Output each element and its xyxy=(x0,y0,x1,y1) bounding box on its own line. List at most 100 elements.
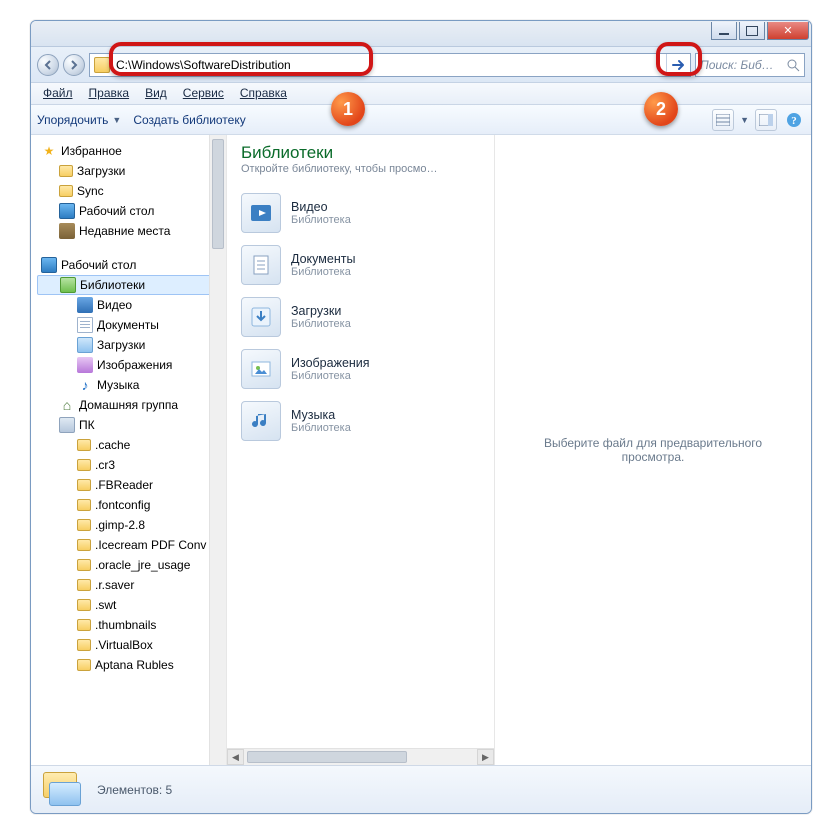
address-input[interactable] xyxy=(114,54,666,76)
menu-file[interactable]: Файл xyxy=(35,83,81,104)
folder-icon xyxy=(77,439,91,451)
desktop-icon xyxy=(59,203,75,219)
window-minimize-button[interactable] xyxy=(711,22,737,40)
sidebar-item-libraries[interactable]: Библиотеки xyxy=(37,275,226,295)
status-bar: Элементов: 5 xyxy=(31,765,811,813)
libraries-icon xyxy=(60,277,76,293)
preview-pane-button[interactable] xyxy=(755,109,777,131)
menu-help[interactable]: Справка xyxy=(232,83,295,104)
sidebar-item-folder[interactable]: .swt xyxy=(37,595,226,615)
folder-icon xyxy=(59,185,73,197)
folder-icon xyxy=(77,499,91,511)
library-item-downloads[interactable]: Загрузки Библиотека xyxy=(237,291,484,343)
sidebar-item-folder[interactable]: .cr3 xyxy=(37,455,226,475)
scroll-right-button[interactable]: ▶ xyxy=(477,749,494,765)
favorites-header[interactable]: ★ Избранное xyxy=(37,141,226,161)
folder-icon xyxy=(77,519,91,531)
folder-icon xyxy=(77,539,91,551)
item-count-label: Элементов: 5 xyxy=(97,783,172,797)
navigation-pane: ★ Избранное Загрузки Sync Рабочий стол Н… xyxy=(31,135,227,765)
downloads-library-icon xyxy=(241,297,281,337)
favorites-icon: ★ xyxy=(41,143,57,159)
music-icon: ♪ xyxy=(77,377,93,393)
search-placeholder: Поиск: Биб… xyxy=(700,58,774,72)
nav-back-button[interactable] xyxy=(37,54,59,76)
library-item-images[interactable]: Изображения Библиотека xyxy=(237,343,484,395)
preview-pane: Выберите файл для предварительного просм… xyxy=(495,135,811,765)
search-icon xyxy=(786,58,800,72)
sidebar-item-homegroup[interactable]: ⌂Домашняя группа xyxy=(37,395,226,415)
content-subtitle: Откройте библиотеку, чтобы просмо… xyxy=(241,163,484,175)
music-library-icon xyxy=(241,401,281,441)
address-bar[interactable] xyxy=(89,53,691,77)
computer-icon xyxy=(59,417,75,433)
sidebar-item-documents[interactable]: Документы xyxy=(37,315,226,335)
help-button[interactable]: ? xyxy=(783,109,805,131)
libraries-large-icon xyxy=(41,772,83,808)
scrollbar-thumb[interactable] xyxy=(212,139,224,249)
downloads-icon xyxy=(77,337,93,353)
organize-button[interactable]: Упорядочить▼ xyxy=(37,113,121,127)
nav-forward-button[interactable] xyxy=(63,54,85,76)
desktop-header[interactable]: Рабочий стол xyxy=(37,255,226,275)
folder-icon xyxy=(77,639,91,651)
navigation-row: Поиск: Биб… xyxy=(31,47,811,83)
sidebar-item-folder[interactable]: .r.saver xyxy=(37,575,226,595)
images-library-icon xyxy=(241,349,281,389)
sidebar-item-folder[interactable]: Aptana Rubles xyxy=(37,655,226,675)
menu-edit[interactable]: Правка xyxy=(81,83,138,104)
window-close-button[interactable]: ✕ xyxy=(767,22,809,40)
sidebar-item-recent[interactable]: Недавние места xyxy=(37,221,226,241)
sidebar-item-folder[interactable]: .fontconfig xyxy=(37,495,226,515)
search-box[interactable]: Поиск: Биб… xyxy=(695,53,805,77)
folder-icon xyxy=(77,479,91,491)
command-bar: Упорядочить▼ Создать библиотеку ▼ ? xyxy=(31,105,811,135)
video-icon xyxy=(77,297,93,313)
documents-library-icon xyxy=(241,245,281,285)
sidebar-scrollbar[interactable] xyxy=(209,135,226,765)
svg-text:?: ? xyxy=(791,115,797,127)
sidebar-item-pc[interactable]: ПК xyxy=(37,415,226,435)
sidebar-item-music[interactable]: ♪Музыка xyxy=(37,375,226,395)
folder-icon xyxy=(77,459,91,471)
homegroup-icon: ⌂ xyxy=(59,397,75,413)
recent-icon xyxy=(59,223,75,239)
sidebar-item-folder[interactable]: .FBReader xyxy=(37,475,226,495)
sidebar-item-folder[interactable]: .gimp-2.8 xyxy=(37,515,226,535)
sidebar-item-folder[interactable]: .cache xyxy=(37,435,226,455)
folder-icon xyxy=(59,165,73,177)
sidebar-item-sync[interactable]: Sync xyxy=(37,181,226,201)
menu-bar: Файл Правка Вид Сервис Справка xyxy=(31,83,811,105)
folder-icon xyxy=(77,619,91,631)
go-to-button[interactable] xyxy=(666,54,690,76)
content-title: Библиотеки xyxy=(241,143,484,163)
window-maximize-button[interactable] xyxy=(739,22,765,40)
create-library-button[interactable]: Создать библиотеку xyxy=(133,113,245,127)
desktop-icon xyxy=(41,257,57,273)
menu-view[interactable]: Вид xyxy=(137,83,175,104)
sidebar-item-downloads-lib[interactable]: Загрузки xyxy=(37,335,226,355)
content-pane: Библиотеки Откройте библиотеку, чтобы пр… xyxy=(227,135,495,765)
sidebar-item-folder[interactable]: .Icecream PDF Conv xyxy=(37,535,226,555)
video-library-icon xyxy=(241,193,281,233)
library-item-music[interactable]: Музыка Библиотека xyxy=(237,395,484,447)
library-item-video[interactable]: Видео Библиотека xyxy=(237,187,484,239)
sidebar-item-images[interactable]: Изображения xyxy=(37,355,226,375)
sidebar-item-folder[interactable]: .VirtualBox xyxy=(37,635,226,655)
explorer-window: ✕ Поиск: Биб… Фай xyxy=(30,20,812,814)
folder-icon xyxy=(77,579,91,591)
sidebar-item-desktop[interactable]: Рабочий стол xyxy=(37,201,226,221)
menu-tools[interactable]: Сервис xyxy=(175,83,232,104)
sidebar-item-downloads[interactable]: Загрузки xyxy=(37,161,226,181)
sidebar-item-folder[interactable]: .oracle_jre_usage xyxy=(37,555,226,575)
content-horizontal-scrollbar[interactable]: ◀ ▶ xyxy=(227,748,494,765)
sidebar-item-video[interactable]: Видео xyxy=(37,295,226,315)
view-mode-button[interactable] xyxy=(712,109,734,131)
folder-icon xyxy=(77,559,91,571)
window-titlebar: ✕ xyxy=(31,21,811,47)
library-item-documents[interactable]: Документы Библиотека xyxy=(237,239,484,291)
scroll-left-button[interactable]: ◀ xyxy=(227,749,244,765)
scrollbar-thumb[interactable] xyxy=(247,751,407,763)
sidebar-item-folder[interactable]: .thumbnails xyxy=(37,615,226,635)
preview-empty-text: Выберите файл для предварительного просм… xyxy=(515,436,791,464)
